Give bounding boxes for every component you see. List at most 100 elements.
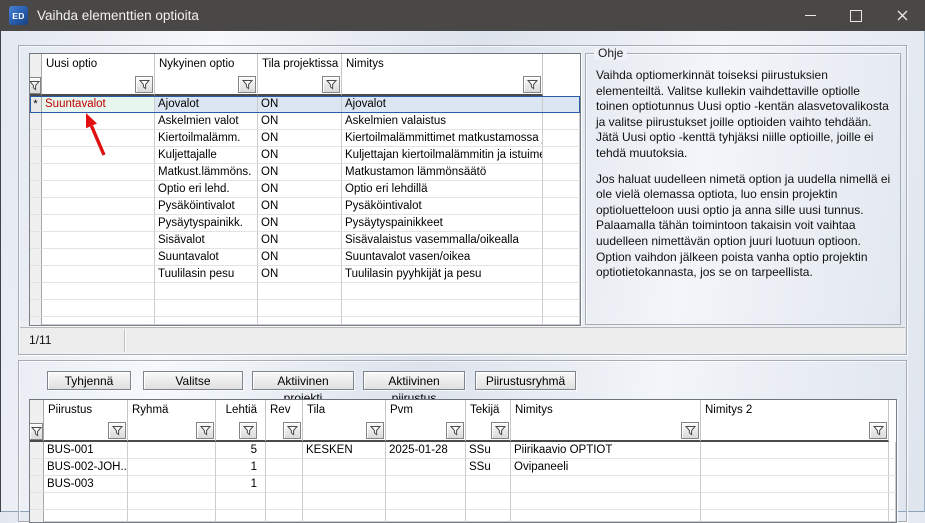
filter-funnel-icon[interactable] — [196, 422, 214, 439]
cell — [128, 459, 216, 476]
options-row[interactable]: Tuulilasin pesuONTuulilasin pyyhkijät ja… — [30, 266, 580, 283]
cell — [386, 459, 466, 476]
filter-filler — [889, 421, 896, 442]
cell — [155, 283, 258, 300]
filter-funnel-icon[interactable] — [135, 76, 153, 93]
cell-filler — [543, 317, 580, 326]
options-row[interactable]: Kiertoilmalämm.ONKiertoilmalämmittimet m… — [30, 130, 580, 147]
cell — [266, 476, 303, 493]
column-header-lehti-[interactable]: Lehtiä — [216, 400, 266, 421]
filter-funnel-icon[interactable] — [238, 76, 256, 93]
window-controls — [787, 0, 925, 31]
cell — [342, 317, 543, 326]
filter-funnel-icon[interactable] — [239, 422, 257, 439]
column-header-nimitys-2[interactable]: Nimitys 2 — [701, 400, 889, 421]
filter-funnel-icon[interactable] — [283, 422, 301, 439]
row-marker — [30, 459, 44, 476]
table-header-row: PiirustusRyhmäLehtiäRevTilaPvmTekijäNimi… — [30, 400, 896, 421]
button-piirustusryhm-[interactable]: Piirustusryhmä — [475, 371, 576, 390]
row-count-indicator: 1/11 — [29, 328, 51, 353]
button-aktiivinen-piirustus[interactable]: Aktiivinen piirustus — [363, 371, 465, 390]
filter-funnel-icon[interactable] — [446, 422, 464, 439]
button-valitse[interactable]: Valitse — [143, 371, 243, 390]
column-header-piirustus[interactable]: Piirustus — [44, 400, 128, 421]
cell: Tuulilasin pesu — [155, 266, 258, 283]
filter-funnel-icon[interactable] — [30, 423, 43, 440]
cell — [511, 493, 701, 510]
filter-funnel-icon[interactable] — [869, 422, 887, 439]
row-marker — [30, 493, 44, 510]
table-filter-row — [30, 75, 580, 96]
maximize-button[interactable] — [833, 0, 879, 31]
button-aktiivinen-projekti[interactable]: Aktiivinen projekti — [252, 371, 354, 390]
column-header-nimitys[interactable]: Nimitys — [342, 54, 543, 75]
options-row[interactable]: Optio eri lehd.ONOptio eri lehdillä — [30, 181, 580, 198]
filter-cell — [303, 421, 386, 442]
close-button[interactable] — [879, 0, 925, 31]
filter-funnel-icon[interactable] — [108, 422, 126, 439]
drawings-row[interactable]: BUS-0031 — [30, 476, 896, 493]
help-text: Vaihda optiomerkinnät toiseksi piirustuk… — [586, 54, 900, 281]
cell — [42, 249, 155, 266]
options-row[interactable]: *SuuntavalotAjovalotONAjovalot — [30, 96, 580, 113]
options-row[interactable]: PysäköintivalotONPysäköintivalot — [30, 198, 580, 215]
filter-cell — [258, 75, 342, 96]
drawings-row[interactable]: BUS-002-JOH...1SSuOvipaneeli — [30, 459, 896, 476]
empty-row — [30, 317, 580, 326]
cell-filler — [543, 232, 580, 249]
window-title: Vaihda elementtien optioita — [37, 8, 199, 23]
row-header-corner — [30, 54, 42, 75]
cell-filler — [543, 266, 580, 283]
filter-funnel-icon[interactable] — [30, 77, 41, 94]
cell: Pysäköintivalot — [155, 198, 258, 215]
filter-funnel-icon[interactable] — [322, 76, 340, 93]
filter-funnel-icon[interactable] — [681, 422, 699, 439]
cell-filler — [543, 164, 580, 181]
table-header-row: Uusi optioNykyinen optioTila projektissa… — [30, 54, 580, 75]
cell-filler — [543, 215, 580, 232]
options-row[interactable]: Matkust.lämmöns.ONMatkustamon lämmönsäät… — [30, 164, 580, 181]
cell: Ajovalot — [342, 96, 543, 113]
empty-row — [30, 493, 896, 510]
cell: Optio eri lehd. — [155, 181, 258, 198]
minimize-button[interactable] — [787, 0, 833, 31]
drawings-row[interactable]: BUS-0015KESKEN2025-01-28SSuPiirikaavio O… — [30, 442, 896, 459]
column-header-ryhm-[interactable]: Ryhmä — [128, 400, 216, 421]
column-header-tila-projektissa[interactable]: Tila projektissa — [258, 54, 342, 75]
options-row[interactable]: SisävalotONSisävalaistus vasemmalla/oike… — [30, 232, 580, 249]
column-header-tekij-[interactable]: Tekijä — [466, 400, 511, 421]
column-header-nykyinen-optio[interactable]: Nykyinen optio — [155, 54, 258, 75]
cell — [303, 493, 386, 510]
cell-filler — [889, 476, 896, 493]
cell — [42, 317, 155, 326]
cell: Askelmien valot — [155, 113, 258, 130]
filter-cell — [42, 75, 155, 96]
options-row[interactable]: Pysäytyspainikk.ONPysäytyspainikkeet — [30, 215, 580, 232]
options-table: Uusi optioNykyinen optioTila projektissa… — [29, 53, 581, 326]
options-row[interactable]: Askelmien valotONAskelmien valaistus — [30, 113, 580, 130]
column-header-uusi-optio[interactable]: Uusi optio — [42, 54, 155, 75]
empty-row — [30, 300, 580, 317]
help-paragraph: Jos haluat uudelleen nimetä option ja uu… — [596, 172, 892, 281]
column-header-rev[interactable]: Rev — [266, 400, 303, 421]
button-tyhjenn-[interactable]: Tyhjennä — [47, 371, 131, 390]
options-row[interactable]: SuuntavalotONSuuntavalot vasen/oikea — [30, 249, 580, 266]
options-row[interactable]: KuljettajalleONKuljettajan kiertoilmaläm… — [30, 147, 580, 164]
titlebar: ED Vaihda elementtien optioita — [0, 0, 925, 31]
cell-filler — [543, 147, 580, 164]
filter-funnel-icon[interactable] — [366, 422, 384, 439]
cell — [701, 459, 889, 476]
cell-filler — [543, 130, 580, 147]
column-header-nimitys[interactable]: Nimitys — [511, 400, 701, 421]
column-header-pvm[interactable]: Pvm — [386, 400, 466, 421]
cell: Matkust.lämmöns. — [155, 164, 258, 181]
cell-filler — [543, 198, 580, 215]
cell — [216, 493, 266, 510]
maximize-icon — [850, 10, 862, 22]
filter-funnel-icon[interactable] — [491, 422, 509, 439]
cell: Pysäytyspainikk. — [155, 215, 258, 232]
column-header-tila[interactable]: Tila — [303, 400, 386, 421]
filter-funnel-icon[interactable] — [523, 76, 541, 93]
table-filter-row — [30, 421, 896, 442]
cell: Ovipaneeli — [511, 459, 701, 476]
